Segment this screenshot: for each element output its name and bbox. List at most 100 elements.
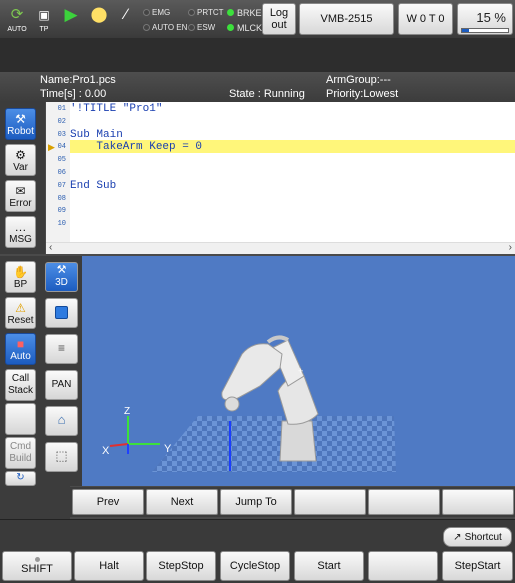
jump-to-button[interactable]: Jump To (220, 489, 292, 515)
stepstart-button[interactable]: StepStart (442, 551, 513, 581)
program-name: Name:Pro1.pcs (40, 74, 116, 86)
code-line[interactable]: TakeArm Keep = 0 (70, 141, 202, 153)
line-number: 05 (57, 156, 66, 165)
line-number: 09 (57, 207, 66, 216)
nav-row: Prev Next Jump To (70, 487, 515, 517)
refresh-icon: ↻ (16, 472, 25, 483)
esw-label: ESW (197, 23, 216, 32)
wrench-icon: ∕ (124, 6, 128, 23)
next-button[interactable]: Next (146, 489, 218, 515)
auto-mode-button[interactable]: ⟳ AUTO (4, 4, 30, 36)
run-button[interactable]: ▶ (58, 4, 84, 36)
play-icon: ▶ (64, 5, 78, 24)
lightbulb-icon: ⬤ (90, 6, 108, 23)
tab-error[interactable]: ✉ Error (5, 180, 36, 212)
emg-led (143, 9, 150, 16)
cyclestop-button[interactable]: CycleStop (220, 551, 290, 581)
line-number: 01 (57, 105, 66, 113)
shift-button[interactable]: SHIFT (2, 551, 72, 581)
tool-button[interactable]: ∕ (113, 4, 139, 36)
controller-button[interactable]: VMB-2515 (299, 3, 394, 35)
scroll-tool-button[interactable]: ↻ (5, 471, 36, 486)
triad-x-line (109, 443, 129, 447)
shift-led (34, 557, 40, 562)
breakpoint-button[interactable]: ✋ BP (5, 261, 36, 293)
brke-label: BRKE (237, 8, 262, 18)
auto-button[interactable]: ■ Auto (5, 333, 36, 365)
code-line[interactable]: '!TITLE "Pro1" (70, 103, 162, 115)
floor-grid (152, 416, 396, 472)
nav-blank-button-2[interactable] (368, 489, 440, 515)
bottom-blank-button[interactable] (368, 551, 438, 581)
robot-icon: ⚒ (15, 112, 26, 126)
axis-z-label: Z (124, 406, 130, 417)
view-square-button[interactable] (45, 298, 78, 328)
view-3d-button[interactable]: ⚒ 3D (45, 262, 78, 292)
pan-button[interactable]: PAN (45, 370, 78, 400)
prev-button[interactable]: Prev (72, 489, 144, 515)
program-info-bar: Name:Pro1.pcs Time[s] : 0.00 State : Run… (0, 72, 515, 102)
current-line-marker-icon: ▶ (48, 142, 55, 152)
var-icon: ⚙ (15, 148, 26, 162)
horizontal-scrollbar[interactable]: ‹ › (46, 242, 515, 254)
stepstop-button[interactable]: StepStop (146, 551, 216, 581)
scroll-left-icon[interactable]: ‹ (49, 242, 52, 253)
speed-bar-fill (462, 29, 469, 32)
scroll-right-icon[interactable]: › (509, 242, 512, 253)
code-line[interactable]: Sub Main (70, 129, 123, 141)
cube-icon: ⬚ (55, 448, 68, 463)
call-stack-button[interactable]: Call Stack (5, 369, 36, 401)
line-number: 06 (57, 169, 66, 177)
start-button[interactable]: Start (294, 551, 364, 581)
robot-3d-icon: ⚒ (56, 264, 67, 276)
square-icon (55, 306, 68, 319)
esw-led (188, 24, 195, 31)
target-marker-icon: + (298, 366, 303, 376)
tab-msg[interactable]: … MSG (5, 216, 36, 248)
nav-blank-button-1[interactable] (294, 489, 366, 515)
tool-work-button[interactable]: W 0 T 0 (398, 3, 453, 35)
speed-override-button[interactable]: 15 % (457, 3, 513, 35)
tab-msg-label: MSG (9, 234, 32, 245)
reset-label: Reset (7, 315, 34, 326)
tab-error-label: Error (9, 198, 32, 209)
axis-x-label: X (102, 445, 110, 457)
warning-icon: ⚠ (15, 301, 26, 315)
tab-robot[interactable]: ⚒ Robot (5, 108, 36, 140)
logout-button[interactable]: Log out (262, 3, 296, 35)
program-priority: Priority:Lowest (326, 88, 399, 100)
auto-icon: ⟳ (10, 6, 24, 23)
tab-robot-label: Robot (7, 126, 34, 137)
teach-pendant-button[interactable]: ▣ TP (31, 4, 57, 36)
code-editor[interactable]: 01 '!TITLE "Pro1" 02 03 Sub Main 04 TakeArm K… (46, 102, 515, 254)
halt-button[interactable]: Halt (74, 551, 144, 581)
tab-var[interactable]: ⚙ Var (5, 144, 36, 176)
prtct-label: PRTCT (197, 8, 224, 17)
robot-3d-view[interactable]: + Z Y X (82, 256, 515, 486)
error-icon: ✉ (15, 184, 26, 198)
view-3d-label: 3D (55, 277, 68, 288)
top-toolbar: ⟳ AUTO ▣ TP ▶ ⬤ ∕ EMG AUTO EN PRTCT ESW … (0, 0, 515, 38)
tp-icon: ▣ (38, 8, 50, 22)
bp-label: BP (13, 279, 28, 290)
lamp-button[interactable]: ⬤ (86, 4, 112, 36)
shortcut-label: Shortcut (464, 531, 502, 543)
shortcut-button[interactable]: ↗ Shortcut (443, 527, 512, 547)
code-line[interactable]: End Sub (70, 180, 116, 192)
reset-button[interactable]: ⚠ Reset (5, 297, 36, 329)
cmd-build-button[interactable]: Cmd Build (5, 437, 36, 469)
message-area (0, 38, 515, 72)
blank-tool-button[interactable] (5, 403, 36, 435)
line-number: 10 (57, 220, 66, 229)
auto-icon: ■ (16, 337, 25, 351)
emg-label: EMG (152, 8, 171, 17)
view-layers-button[interactable]: ≡ (45, 334, 78, 364)
auto-en-led (143, 24, 150, 31)
auto-label: AUTO (7, 26, 27, 33)
mlck-label: MLCK (237, 23, 263, 33)
cube-view-button[interactable]: ⬚ (45, 442, 78, 472)
home-view-button[interactable]: ⌂ (45, 406, 78, 436)
auto-label: Auto (10, 351, 31, 362)
hand-icon: ✋ (13, 265, 28, 279)
nav-blank-button-3[interactable] (442, 489, 514, 515)
